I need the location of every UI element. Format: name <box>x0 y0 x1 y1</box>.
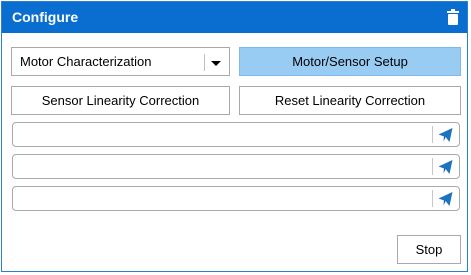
trash-icon[interactable] <box>447 9 459 30</box>
dropdown-separator <box>204 54 205 71</box>
command-input-row <box>12 122 460 147</box>
command-input[interactable] <box>16 125 430 146</box>
command-input[interactable] <box>16 189 430 210</box>
command-input-row <box>12 186 460 211</box>
stop-button[interactable]: Stop <box>397 235 461 264</box>
input-separator <box>432 126 433 143</box>
sensor-linearity-correction-label: Sensor Linearity Correction <box>41 93 200 108</box>
chevron-down-icon[interactable] <box>211 61 221 66</box>
configure-panel: Configure Motor Characterization Motor/S… <box>1 1 468 272</box>
title-bar: Configure <box>2 2 467 33</box>
stop-button-label: Stop <box>415 242 443 257</box>
motor-sensor-setup-label: Motor/Sensor Setup <box>292 54 408 69</box>
input-separator <box>432 190 433 207</box>
panel-title: Configure <box>12 9 79 25</box>
mode-select[interactable]: Motor Characterization <box>11 47 230 76</box>
mode-select-value: Motor Characterization <box>20 54 152 69</box>
motor-sensor-setup-button[interactable]: Motor/Sensor Setup <box>239 47 461 76</box>
paper-plane-icon[interactable] <box>437 127 454 143</box>
sensor-linearity-correction-button[interactable]: Sensor Linearity Correction <box>11 86 230 115</box>
input-separator <box>432 158 433 175</box>
command-input-row <box>12 154 460 179</box>
reset-linearity-correction-label: Reset Linearity Correction <box>274 93 426 108</box>
paper-plane-icon[interactable] <box>437 191 454 207</box>
reset-linearity-correction-button[interactable]: Reset Linearity Correction <box>239 86 461 115</box>
paper-plane-icon[interactable] <box>437 159 454 175</box>
command-input[interactable] <box>16 157 430 178</box>
